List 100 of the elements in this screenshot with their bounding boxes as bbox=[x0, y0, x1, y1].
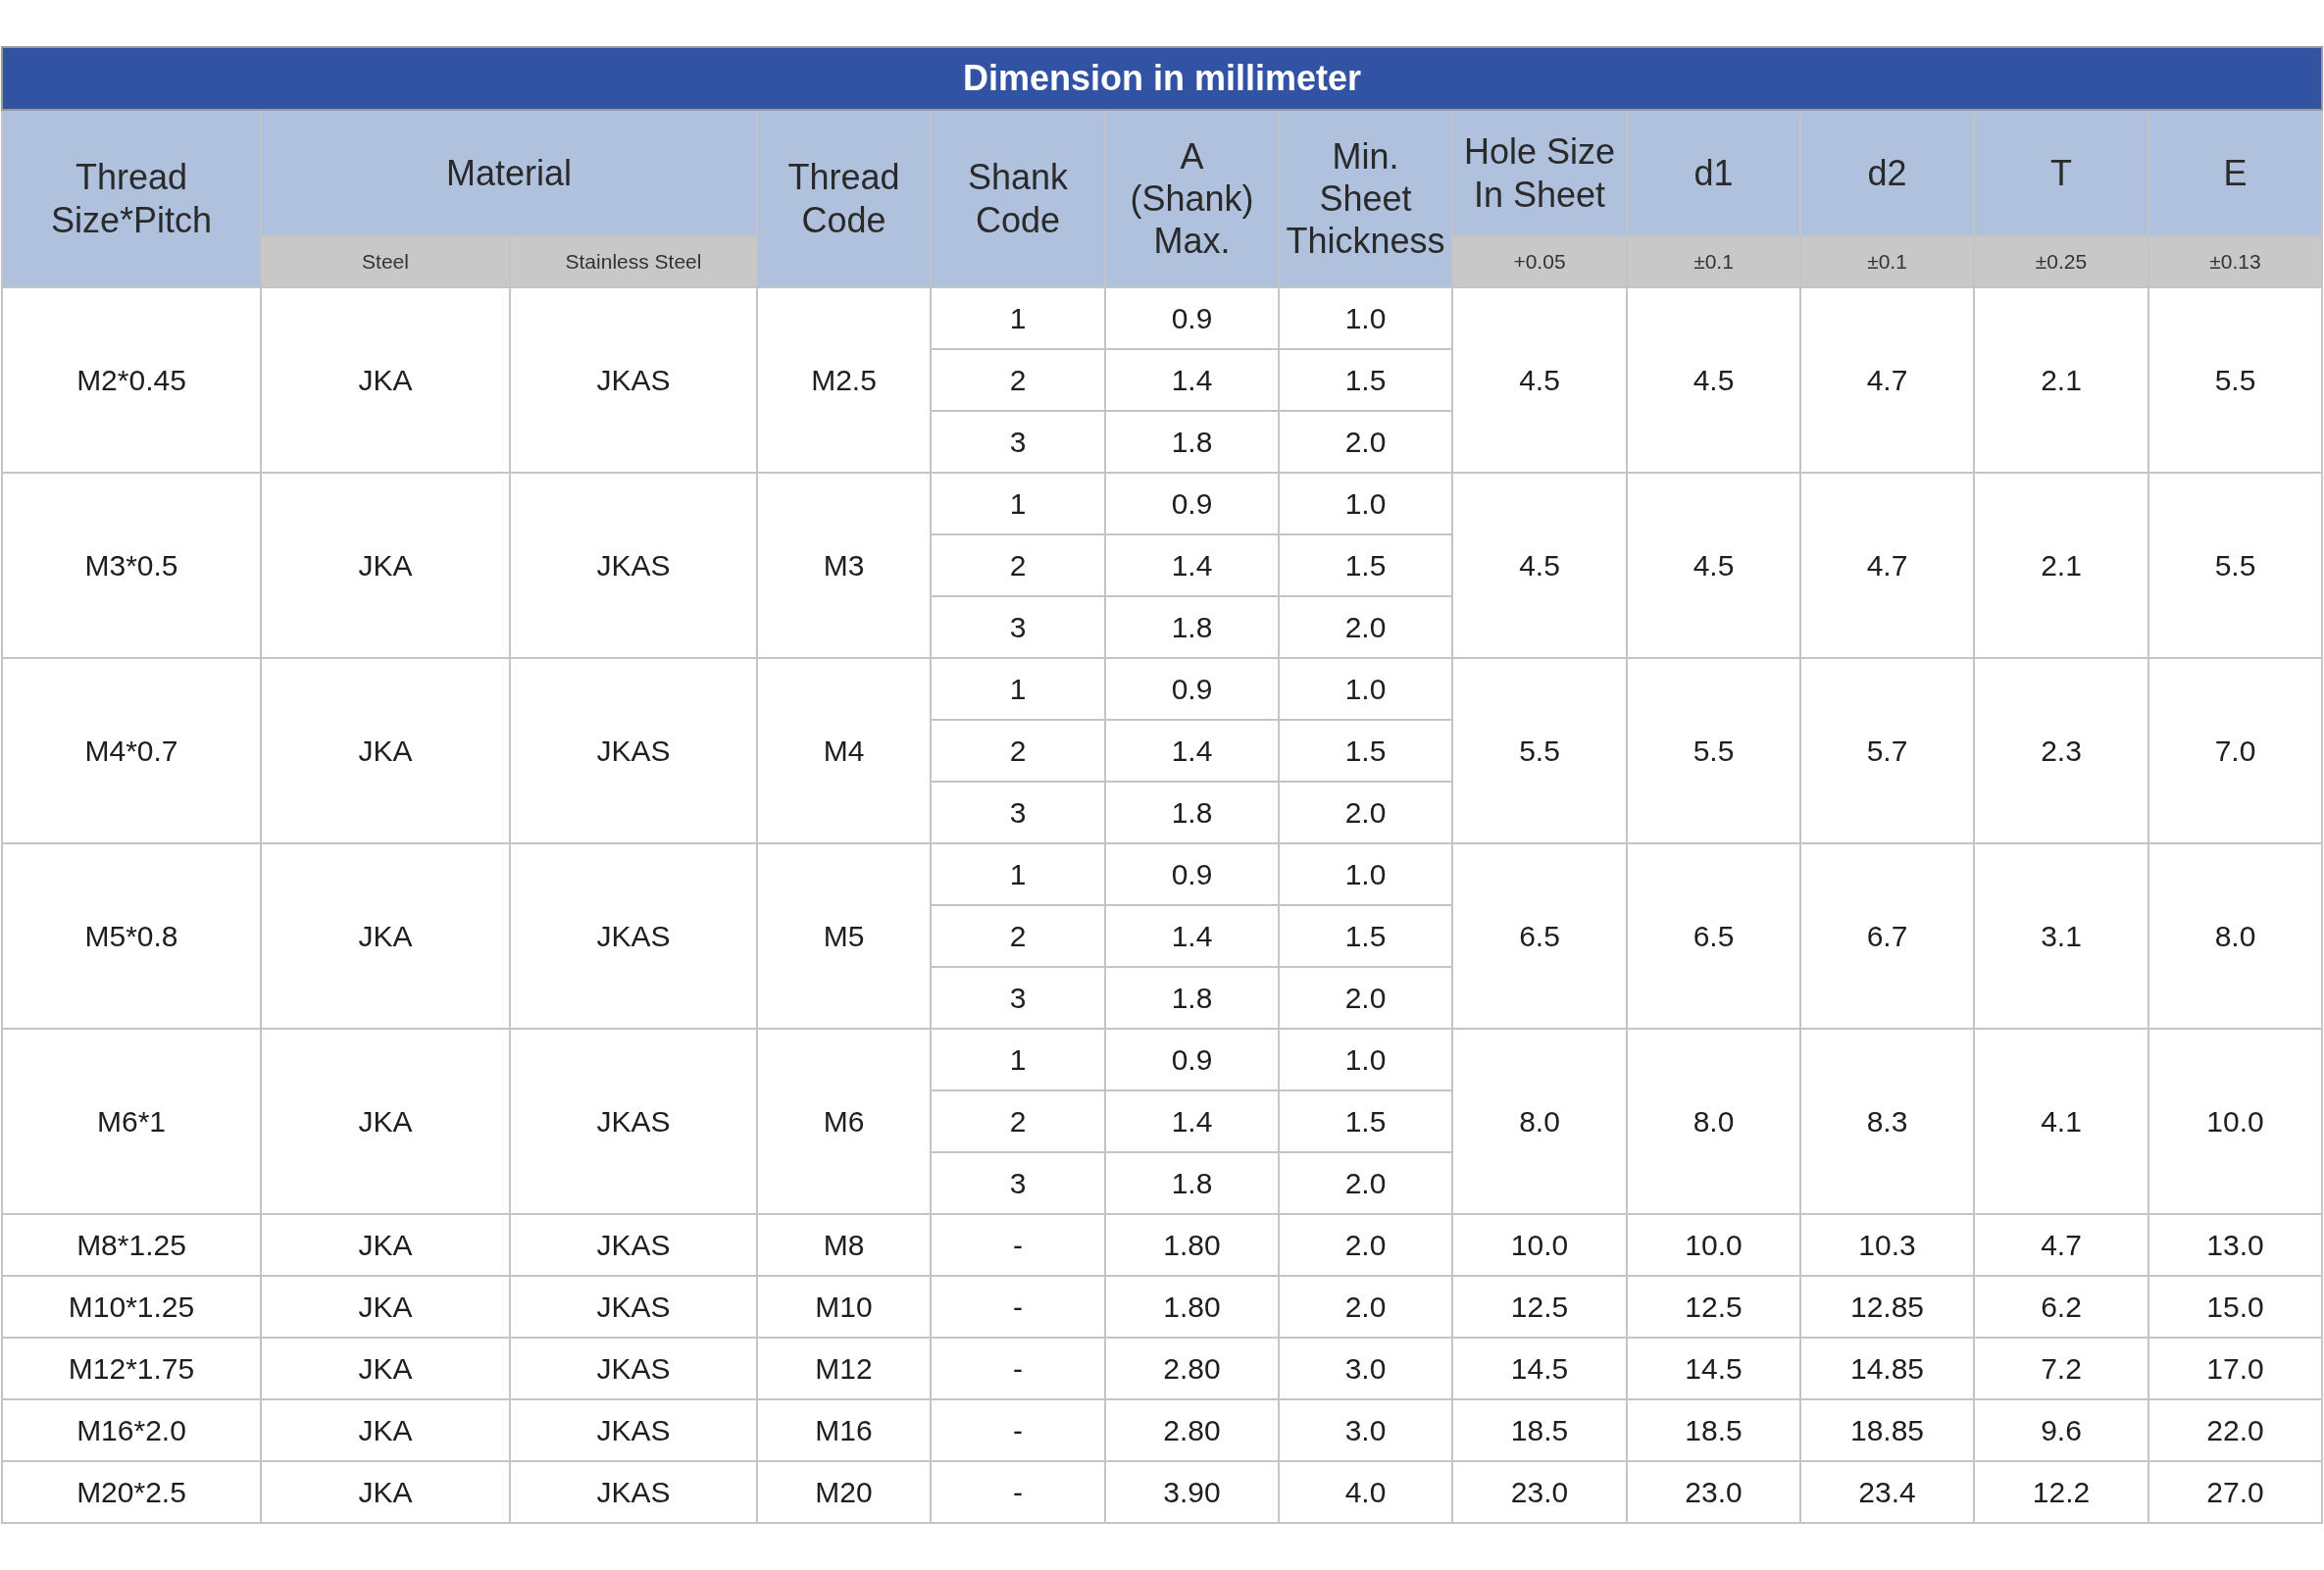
table-cell: JKAS bbox=[510, 1399, 757, 1461]
table-cell: 7.2 bbox=[1974, 1338, 2148, 1399]
table-cell: M10 bbox=[757, 1276, 931, 1338]
tolerance-header: ±0.13 bbox=[2148, 236, 2323, 287]
table-cell: 1.80 bbox=[1105, 1276, 1279, 1338]
column-header: Hole Size In Sheet bbox=[1452, 110, 1627, 236]
table-cell: M6 bbox=[757, 1029, 931, 1214]
table-cell: 0.9 bbox=[1105, 1029, 1279, 1090]
table-cell: JKAS bbox=[510, 473, 757, 658]
table-cell: JKAS bbox=[510, 1214, 757, 1276]
table-cell: 14.5 bbox=[1627, 1338, 1800, 1399]
table-cell: 18.85 bbox=[1800, 1399, 1974, 1461]
column-header: Thread Code bbox=[757, 110, 931, 287]
table-cell: 0.9 bbox=[1105, 473, 1279, 534]
table-cell: 1.8 bbox=[1105, 782, 1279, 843]
column-header: d2 bbox=[1800, 110, 1974, 236]
column-header: Thread Size*Pitch bbox=[2, 110, 261, 287]
table-cell: 0.9 bbox=[1105, 843, 1279, 905]
table-cell: 2.3 bbox=[1974, 658, 2148, 843]
table-cell: 1 bbox=[931, 1029, 1105, 1090]
table-cell: JKAS bbox=[510, 1029, 757, 1214]
table-cell: 6.7 bbox=[1800, 843, 1974, 1029]
table-cell: JKAS bbox=[510, 843, 757, 1029]
table-cell: JKAS bbox=[510, 1338, 757, 1399]
table-cell: 1.0 bbox=[1279, 843, 1452, 905]
table-cell: JKAS bbox=[510, 658, 757, 843]
table-cell: 5.7 bbox=[1800, 658, 1974, 843]
table-cell: 3 bbox=[931, 967, 1105, 1029]
table-cell: 22.0 bbox=[2148, 1399, 2323, 1461]
table-cell: 4.5 bbox=[1452, 473, 1627, 658]
table-cell: 10.0 bbox=[2148, 1029, 2323, 1214]
column-header: Material bbox=[261, 110, 757, 236]
table-cell: JKA bbox=[261, 1338, 510, 1399]
tolerance-header: ±0.25 bbox=[1974, 236, 2148, 287]
table-cell: - bbox=[931, 1399, 1105, 1461]
table-cell: M2.5 bbox=[757, 287, 931, 473]
table-cell: 18.5 bbox=[1452, 1399, 1627, 1461]
table-cell: 3 bbox=[931, 1152, 1105, 1214]
table-cell: 10.0 bbox=[1627, 1214, 1800, 1276]
table-cell: 12.2 bbox=[1974, 1461, 2148, 1523]
table-cell: 7.0 bbox=[2148, 658, 2323, 843]
table-cell: 4.1 bbox=[1974, 1029, 2148, 1214]
table-cell: JKA bbox=[261, 1214, 510, 1276]
table-cell: 2.1 bbox=[1974, 287, 2148, 473]
column-header: Min. Sheet Thickness bbox=[1279, 110, 1452, 287]
table-cell: JKAS bbox=[510, 1276, 757, 1338]
table-cell: 9.6 bbox=[1974, 1399, 2148, 1461]
tolerance-header: ±0.1 bbox=[1800, 236, 1974, 287]
table-cell: JKA bbox=[261, 1276, 510, 1338]
table-cell: 4.5 bbox=[1627, 287, 1800, 473]
table-cell: 12.5 bbox=[1452, 1276, 1627, 1338]
table-cell: 2.80 bbox=[1105, 1399, 1279, 1461]
table-cell: 2.0 bbox=[1279, 1276, 1452, 1338]
table-cell: M12 bbox=[757, 1338, 931, 1399]
table-cell: 1 bbox=[931, 843, 1105, 905]
table-cell: 10.0 bbox=[1452, 1214, 1627, 1276]
table-cell: 12.5 bbox=[1627, 1276, 1800, 1338]
table-cell: 2 bbox=[931, 349, 1105, 411]
table-cell: M4*0.7 bbox=[2, 658, 261, 843]
table-cell: M16*2.0 bbox=[2, 1399, 261, 1461]
subcolumn-header: Steel bbox=[261, 236, 510, 287]
table-cell: 4.5 bbox=[1452, 287, 1627, 473]
table-cell: JKA bbox=[261, 1029, 510, 1214]
table-cell: 2.0 bbox=[1279, 1214, 1452, 1276]
table-cell: 0.9 bbox=[1105, 658, 1279, 720]
table-cell: JKA bbox=[261, 1399, 510, 1461]
table-cell: - bbox=[931, 1338, 1105, 1399]
table-cell: 1.4 bbox=[1105, 349, 1279, 411]
table-cell: M5*0.8 bbox=[2, 843, 261, 1029]
table-cell: 15.0 bbox=[2148, 1276, 2323, 1338]
tolerance-header: +0.05 bbox=[1452, 236, 1627, 287]
table-cell: 8.3 bbox=[1800, 1029, 1974, 1214]
table-cell: 4.7 bbox=[1800, 287, 1974, 473]
table-cell: M10*1.25 bbox=[2, 1276, 261, 1338]
tolerance-header: ±0.1 bbox=[1627, 236, 1800, 287]
table-cell: 1.0 bbox=[1279, 658, 1452, 720]
table-cell: 3.90 bbox=[1105, 1461, 1279, 1523]
table-cell: 1 bbox=[931, 473, 1105, 534]
table-cell: 1.8 bbox=[1105, 596, 1279, 658]
table-cell: JKAS bbox=[510, 287, 757, 473]
table-cell: M3*0.5 bbox=[2, 473, 261, 658]
table-cell: JKA bbox=[261, 658, 510, 843]
table-cell: 3 bbox=[931, 596, 1105, 658]
table-cell: JKAS bbox=[510, 1461, 757, 1523]
table-title: Dimension in millimeter bbox=[2, 47, 2323, 110]
table-cell: 4.7 bbox=[1800, 473, 1974, 658]
table-cell: 12.85 bbox=[1800, 1276, 1974, 1338]
table-cell: 8.0 bbox=[1452, 1029, 1627, 1214]
table-cell: 1.0 bbox=[1279, 473, 1452, 534]
table-cell: 23.4 bbox=[1800, 1461, 1974, 1523]
column-header: d1 bbox=[1627, 110, 1800, 236]
column-header: A (Shank) Max. bbox=[1105, 110, 1279, 287]
table-cell: 1 bbox=[931, 658, 1105, 720]
table-cell: 1.0 bbox=[1279, 1029, 1452, 1090]
table-cell: M3 bbox=[757, 473, 931, 658]
table-cell: 8.0 bbox=[2148, 843, 2323, 1029]
table-cell: 2 bbox=[931, 720, 1105, 782]
column-header: Shank Code bbox=[931, 110, 1105, 287]
table-cell: 1.80 bbox=[1105, 1214, 1279, 1276]
table-cell: 1.0 bbox=[1279, 287, 1452, 349]
